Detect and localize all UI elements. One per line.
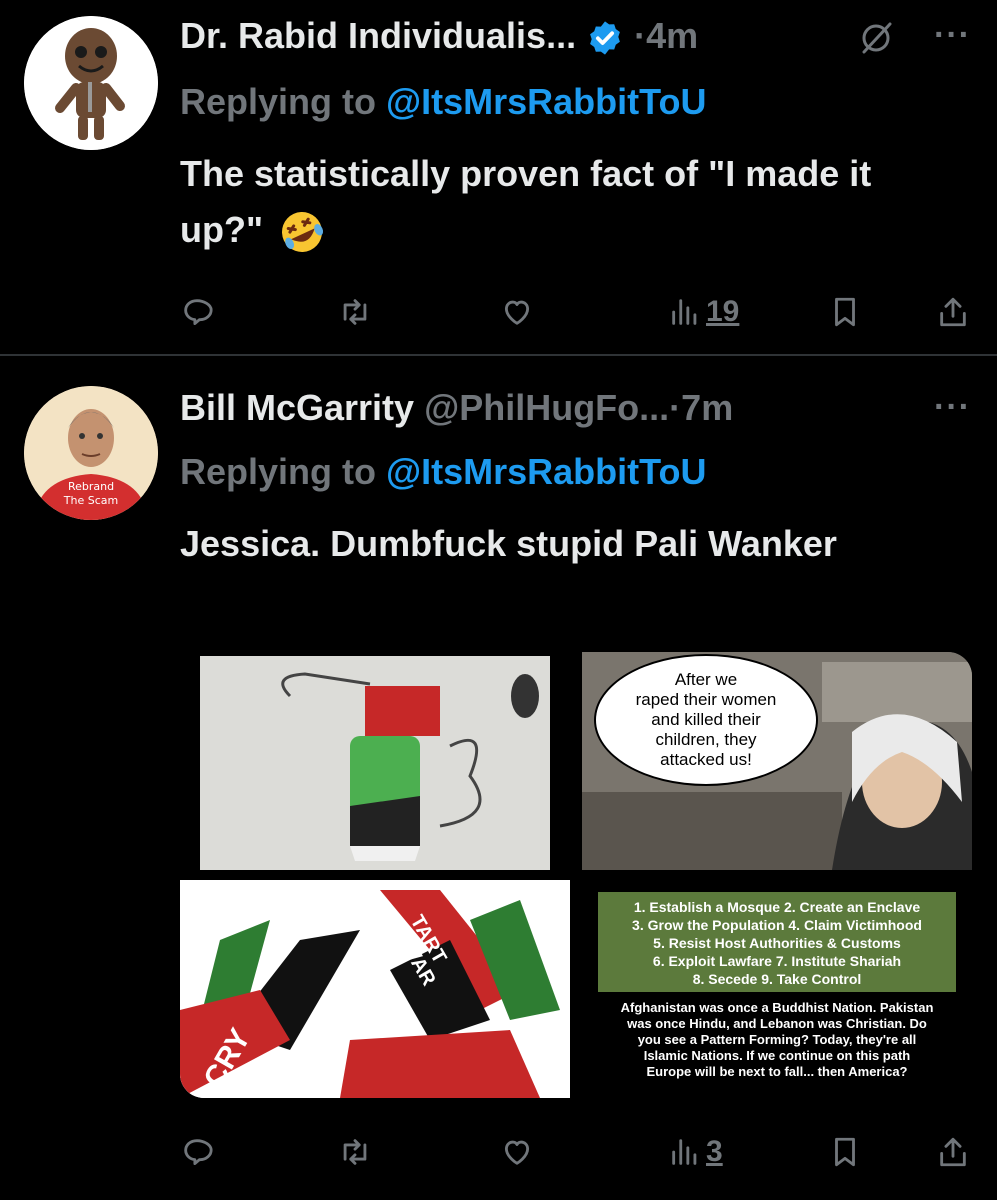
tweet-text: Jessica. Dumbfuck stupid Pali Wanker	[180, 523, 837, 564]
bubble-line: attacked us!	[660, 750, 752, 769]
media-image-meme[interactable]: After we raped their women and killed th…	[582, 652, 972, 870]
author-name[interactable]: Bill McGarrity	[180, 387, 414, 428]
views-icon	[672, 299, 697, 325]
bookmark-button[interactable]	[828, 1132, 862, 1172]
share-button[interactable]	[936, 1132, 970, 1172]
list-panel: 1. Establish a Mosque 2. Create an Encla…	[598, 892, 956, 992]
like-button[interactable]	[500, 1132, 534, 1172]
tweet-actions: 19	[180, 292, 970, 332]
verified-icon	[586, 19, 624, 57]
media-image-list[interactable]: 1. Establish a Mosque 2. Create an Encla…	[582, 880, 972, 1098]
bookmark-button[interactable]	[828, 292, 862, 332]
retweet-button[interactable]	[338, 1132, 372, 1172]
list-line: 1. Establish a Mosque 2. Create an Encla…	[633, 899, 921, 915]
caption-text: Afghanistan was once a Buddhist Nation. …	[588, 1000, 966, 1080]
views-button[interactable]: 3	[668, 1132, 723, 1172]
retweet-button[interactable]	[338, 292, 372, 332]
avatar-shirt-line-2: The Scam	[63, 494, 118, 507]
retweet-icon	[343, 1139, 367, 1165]
reply-handle-link[interactable]: @ItsMrsRabbitToU	[386, 81, 706, 122]
caption-line: you see a Pattern Forming? Today, they'r…	[637, 1032, 917, 1047]
replying-to: Replying to @ItsMrsRabbitToU	[180, 81, 707, 122]
timestamp[interactable]: 4m	[646, 15, 698, 56]
views-count: 19	[706, 295, 740, 328]
reply-button[interactable]	[180, 1132, 214, 1172]
caption-line: was once Hindu, and Lebanon was Christia…	[627, 1016, 927, 1031]
avatar[interactable]	[24, 16, 158, 150]
media-grid[interactable]: After we raped their women and killed th…	[180, 652, 972, 1098]
avatar[interactable]: Rebrand The Scam	[24, 386, 158, 520]
more-icon[interactable]: ···	[934, 16, 971, 55]
tweet-1[interactable]: Dr. Rabid Individualis... ·4m ··· Replyi…	[0, 0, 997, 354]
reply-button[interactable]	[180, 292, 214, 332]
bubble-line: After we	[674, 670, 738, 689]
list-line: 8. Secede 9. Take Control	[692, 971, 862, 987]
reply-icon	[184, 299, 213, 326]
bubble-line: children, they	[655, 730, 757, 749]
rofl-emoji	[277, 207, 327, 257]
more-icon[interactable]: ···	[934, 388, 971, 427]
replying-to: Replying to @ItsMrsRabbitToU	[180, 451, 707, 492]
tweet-header: Bill McGarrity @PhilHugFo...·7m	[180, 387, 734, 428]
avatar-shirt-line-1: Rebrand	[68, 480, 114, 493]
bubble-line: and killed their	[651, 710, 761, 729]
media-image-arrows[interactable]: TART A WAR CRY	[180, 880, 570, 1098]
bookmark-icon	[835, 1137, 855, 1167]
views-button[interactable]: 19	[668, 292, 739, 332]
caption-line: Islamic Nations. If we continue on this …	[643, 1048, 911, 1063]
author-name[interactable]: Dr. Rabid Individualis...	[180, 15, 576, 56]
share-button[interactable]	[936, 292, 970, 332]
views-icon	[672, 1139, 697, 1165]
speech-bubble: After we raped their women and killed th…	[594, 654, 818, 786]
tweet-text: The statistically proven fact of "I made…	[180, 146, 940, 258]
like-button[interactable]	[500, 292, 534, 332]
reply-handle-link[interactable]: @ItsMrsRabbitToU	[386, 451, 706, 492]
timestamp[interactable]: 7m	[681, 387, 733, 428]
retweet-icon	[343, 299, 367, 325]
like-icon	[504, 1140, 530, 1165]
views-count: 3	[706, 1135, 723, 1168]
author-handle[interactable]: @PhilHugFo...	[424, 387, 669, 428]
list-line: 5. Resist Host Authorities & Customs	[653, 935, 901, 951]
list-line: 3. Grow the Population 4. Claim Victimho…	[632, 917, 922, 933]
grok-icon[interactable]	[858, 20, 894, 56]
share-icon	[940, 1137, 966, 1167]
caption-line: Europe will be next to fall... then Amer…	[646, 1064, 908, 1079]
reply-icon	[184, 1139, 213, 1166]
share-icon	[940, 297, 966, 327]
bubble-line: raped their women	[635, 690, 777, 709]
bookmark-icon	[835, 297, 855, 327]
media-image-fist[interactable]	[200, 656, 550, 870]
caption-line: Afghanistan was once a Buddhist Nation. …	[620, 1000, 934, 1015]
tweet-actions: 3	[180, 1132, 970, 1172]
like-icon	[504, 300, 530, 325]
list-line: 6. Exploit Lawfare 7. Institute Shariah	[652, 953, 902, 969]
tweet-header: Dr. Rabid Individualis... ·4m	[180, 15, 699, 57]
